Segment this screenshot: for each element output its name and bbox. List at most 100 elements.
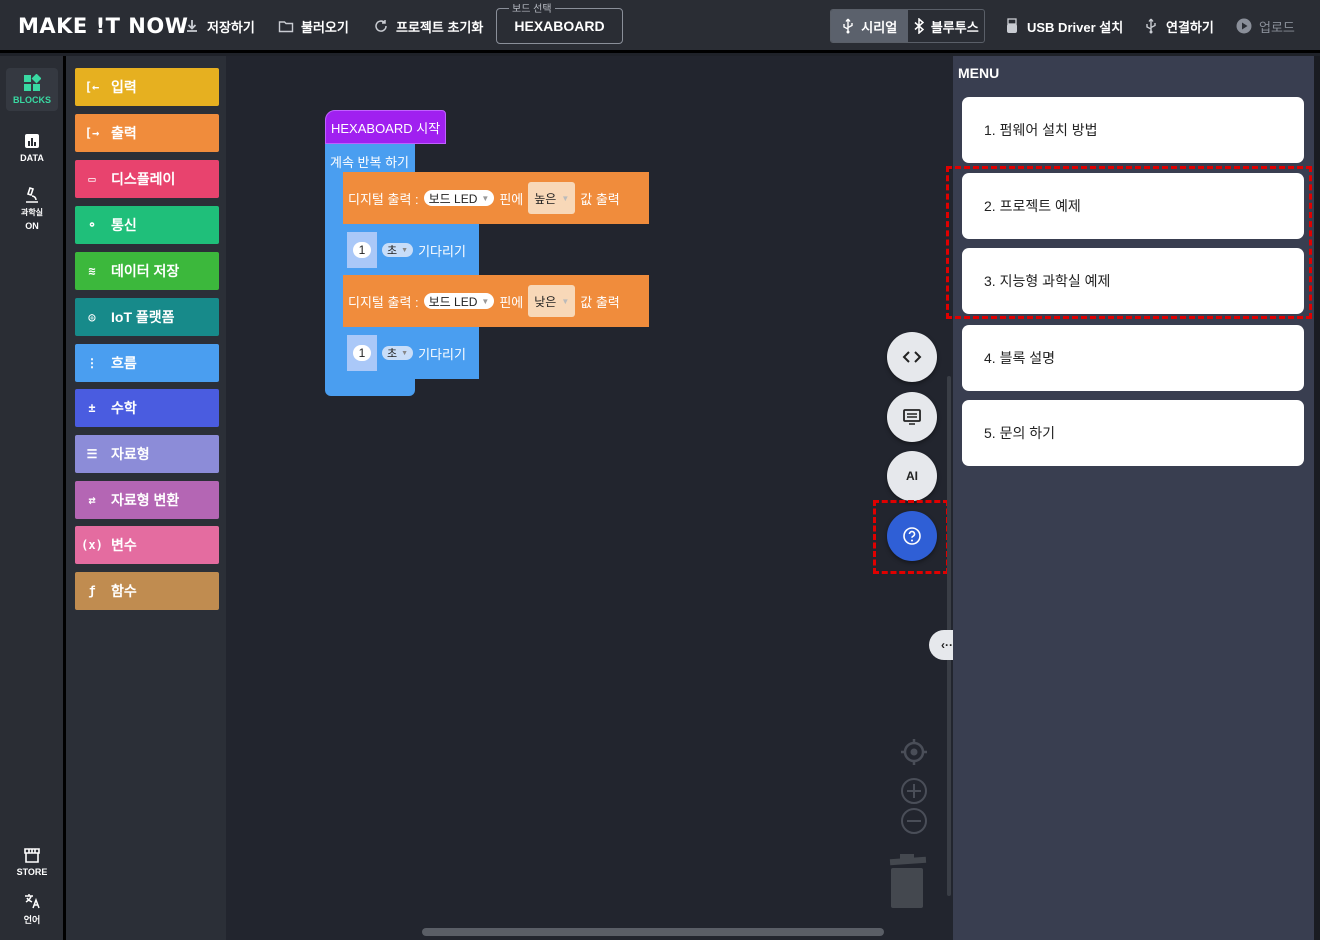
- unit-dropdown[interactable]: 초 ▼: [382, 346, 414, 360]
- pin-dropdown[interactable]: 보드 LED ▼: [423, 190, 495, 206]
- reset-project-button[interactable]: 프로젝트 초기화: [373, 15, 483, 37]
- category-label: IoT 플랫폼: [111, 309, 175, 325]
- convert-icon: ⇄: [88, 493, 96, 507]
- connection-mode-toggle: 시리얼 블루투스: [830, 9, 985, 43]
- save-button[interactable]: 저장하기: [184, 15, 255, 37]
- unit-dropdown[interactable]: 초 ▼: [382, 243, 414, 257]
- rail-blocks-tab[interactable]: BLOCKS: [6, 68, 58, 111]
- microscope-icon: [26, 186, 38, 203]
- bluetooth-icon: [914, 18, 924, 34]
- rail-blocks-label: BLOCKS: [13, 95, 51, 105]
- hexaboard-start-block[interactable]: HEXABOARD 시작: [325, 110, 446, 144]
- category-label: 디스플레이: [111, 171, 176, 187]
- chevron-down-icon: ▼: [561, 296, 570, 306]
- rail-lab-label-1: 과학실: [20, 208, 44, 217]
- menu-item-label: 1. 펌웨어 설치 방법: [984, 122, 1098, 138]
- menu-title: MENU: [958, 65, 1000, 81]
- serial-monitor-button[interactable]: [887, 392, 937, 442]
- category-label: 수학: [111, 400, 137, 416]
- recenter-icon[interactable]: [899, 737, 929, 767]
- category-data-storage[interactable]: ≋ 데이터 저장: [75, 252, 219, 290]
- window-right-edge: [1314, 56, 1320, 940]
- category-function[interactable]: ƒ 함수: [75, 572, 219, 610]
- number-input[interactable]: 1: [353, 242, 371, 258]
- category-communication[interactable]: ⚬ 통신: [75, 206, 219, 244]
- cast-icon: ▭: [88, 172, 96, 186]
- connect-button[interactable]: 연결하기: [1143, 15, 1214, 37]
- digital-output-high-block[interactable]: 디지털 출력 : 보드 LED ▼ 핀에 높은 ▼ 값 출력: [343, 172, 649, 224]
- menu-item-contact[interactable]: 5. 문의 하기: [962, 400, 1304, 466]
- block-categories: [← 입력 [→ 출력 ▭ 디스플레이 ⚬ 통신 ≋ 데이터 저장 ◎ IoT 플랫폼 ⋮ 흐…: [66, 56, 226, 940]
- workspace-horizontal-scrollbar[interactable]: [422, 928, 884, 936]
- menu-panel: MENU 1. 펌웨어 설치 방법 2. 프로젝트 예제 3. 지능형 과학실 …: [946, 56, 1315, 940]
- upload-button[interactable]: 업로드: [1236, 15, 1295, 37]
- rail-language-tab[interactable]: 언어: [6, 892, 58, 926]
- rail-store-tab[interactable]: STORE: [6, 846, 58, 877]
- category-output[interactable]: [→ 출력: [75, 114, 219, 152]
- sign-out-icon: [→: [84, 126, 100, 140]
- zoom-in-icon[interactable]: [899, 776, 929, 806]
- app-logo: MAKE !T NOW: [18, 14, 189, 38]
- menu-item-block-guide[interactable]: 4. 블록 설명: [962, 325, 1304, 391]
- block-mid: 핀에: [499, 191, 524, 207]
- wait-block-2[interactable]: 1 초 ▼ 기다리기: [343, 327, 479, 379]
- chevron-down-icon: ▼: [481, 296, 490, 306]
- unit-value: 초: [387, 348, 398, 360]
- rail-lab-label-2: ON: [25, 221, 39, 231]
- wait-label: 기다리기: [418, 243, 466, 259]
- block-prefix: 디지털 출력 :: [348, 191, 419, 207]
- category-type-conversion[interactable]: ⇄ 자료형 변환: [75, 481, 219, 519]
- menu-item-firmware[interactable]: 1. 펌웨어 설치 방법: [962, 97, 1304, 163]
- value-dropdown[interactable]: 낮은 ▼: [528, 285, 576, 317]
- upload-label: 업로드: [1259, 19, 1295, 35]
- category-display[interactable]: ▭ 디스플레이: [75, 160, 219, 198]
- play-circle-icon: [1236, 18, 1252, 34]
- ai-button[interactable]: AI: [887, 451, 937, 501]
- block-suffix: 값 출력: [580, 191, 620, 207]
- signal-icon: ◎: [88, 310, 96, 324]
- pin-value: 보드 LED: [428, 294, 478, 309]
- block-workspace[interactable]: HEXABOARD 시작 계속 반복 하기 디지털 출력 : 보드 LED ▼ 핀…: [226, 56, 953, 940]
- chevron-down-icon: ▼: [561, 193, 570, 203]
- menu-item-label: 4. 블록 설명: [984, 350, 1055, 366]
- category-input[interactable]: [← 입력: [75, 68, 219, 106]
- usb-driver-button[interactable]: USB Driver 설치: [1004, 15, 1123, 37]
- usb-icon: [843, 18, 853, 34]
- category-data-type[interactable]: ☰ 자료형: [75, 435, 219, 473]
- calculator-icon: ±: [88, 401, 96, 415]
- store-icon: [24, 848, 40, 863]
- category-math[interactable]: ± 수학: [75, 389, 219, 427]
- rail-data-tab[interactable]: DATA: [6, 132, 58, 163]
- zoom-out-icon[interactable]: [899, 806, 929, 836]
- number-slot: 1: [347, 335, 377, 371]
- block-prefix: 디지털 출력 :: [348, 294, 419, 310]
- digital-output-low-block[interactable]: 디지털 출력 : 보드 LED ▼ 핀에 낮은 ▼ 값 출력: [343, 275, 649, 327]
- number-input[interactable]: 1: [353, 345, 371, 361]
- wait-block-1[interactable]: 1 초 ▼ 기다리기: [343, 224, 479, 276]
- category-label: 변수: [111, 537, 137, 553]
- pin-dropdown[interactable]: 보드 LED ▼: [423, 293, 495, 309]
- value-dropdown[interactable]: 높은 ▼: [528, 182, 576, 214]
- menu-item-label: 5. 문의 하기: [984, 425, 1055, 441]
- rail-language-label: 언어: [23, 915, 41, 925]
- category-iot-platform[interactable]: ◎ IoT 플랫폼: [75, 298, 219, 336]
- trash-icon[interactable]: [886, 854, 928, 910]
- value-text: 높은: [534, 191, 557, 206]
- serial-mode-button[interactable]: 시리얼: [831, 10, 908, 42]
- refresh-icon: [375, 20, 387, 32]
- code-view-button[interactable]: [887, 332, 937, 382]
- category-label: 함수: [111, 583, 137, 599]
- menu-items-highlight: [946, 166, 1312, 319]
- category-label: 데이터 저장: [111, 263, 180, 279]
- database-icon: ☰: [86, 447, 98, 461]
- category-variable[interactable]: (x) 변수: [75, 526, 219, 564]
- ai-label: AI: [906, 469, 918, 483]
- reset-label: 프로젝트 초기화: [396, 19, 484, 35]
- category-flow[interactable]: ⋮ 흐름: [75, 344, 219, 382]
- load-button[interactable]: 불러오기: [278, 15, 349, 37]
- bluetooth-mode-button[interactable]: 블루투스: [908, 10, 985, 42]
- translate-icon: [25, 894, 40, 909]
- wait-label: 기다리기: [418, 346, 466, 362]
- rail-lab-tab[interactable]: 과학실 ON: [6, 186, 58, 231]
- monitor-icon: [903, 409, 921, 425]
